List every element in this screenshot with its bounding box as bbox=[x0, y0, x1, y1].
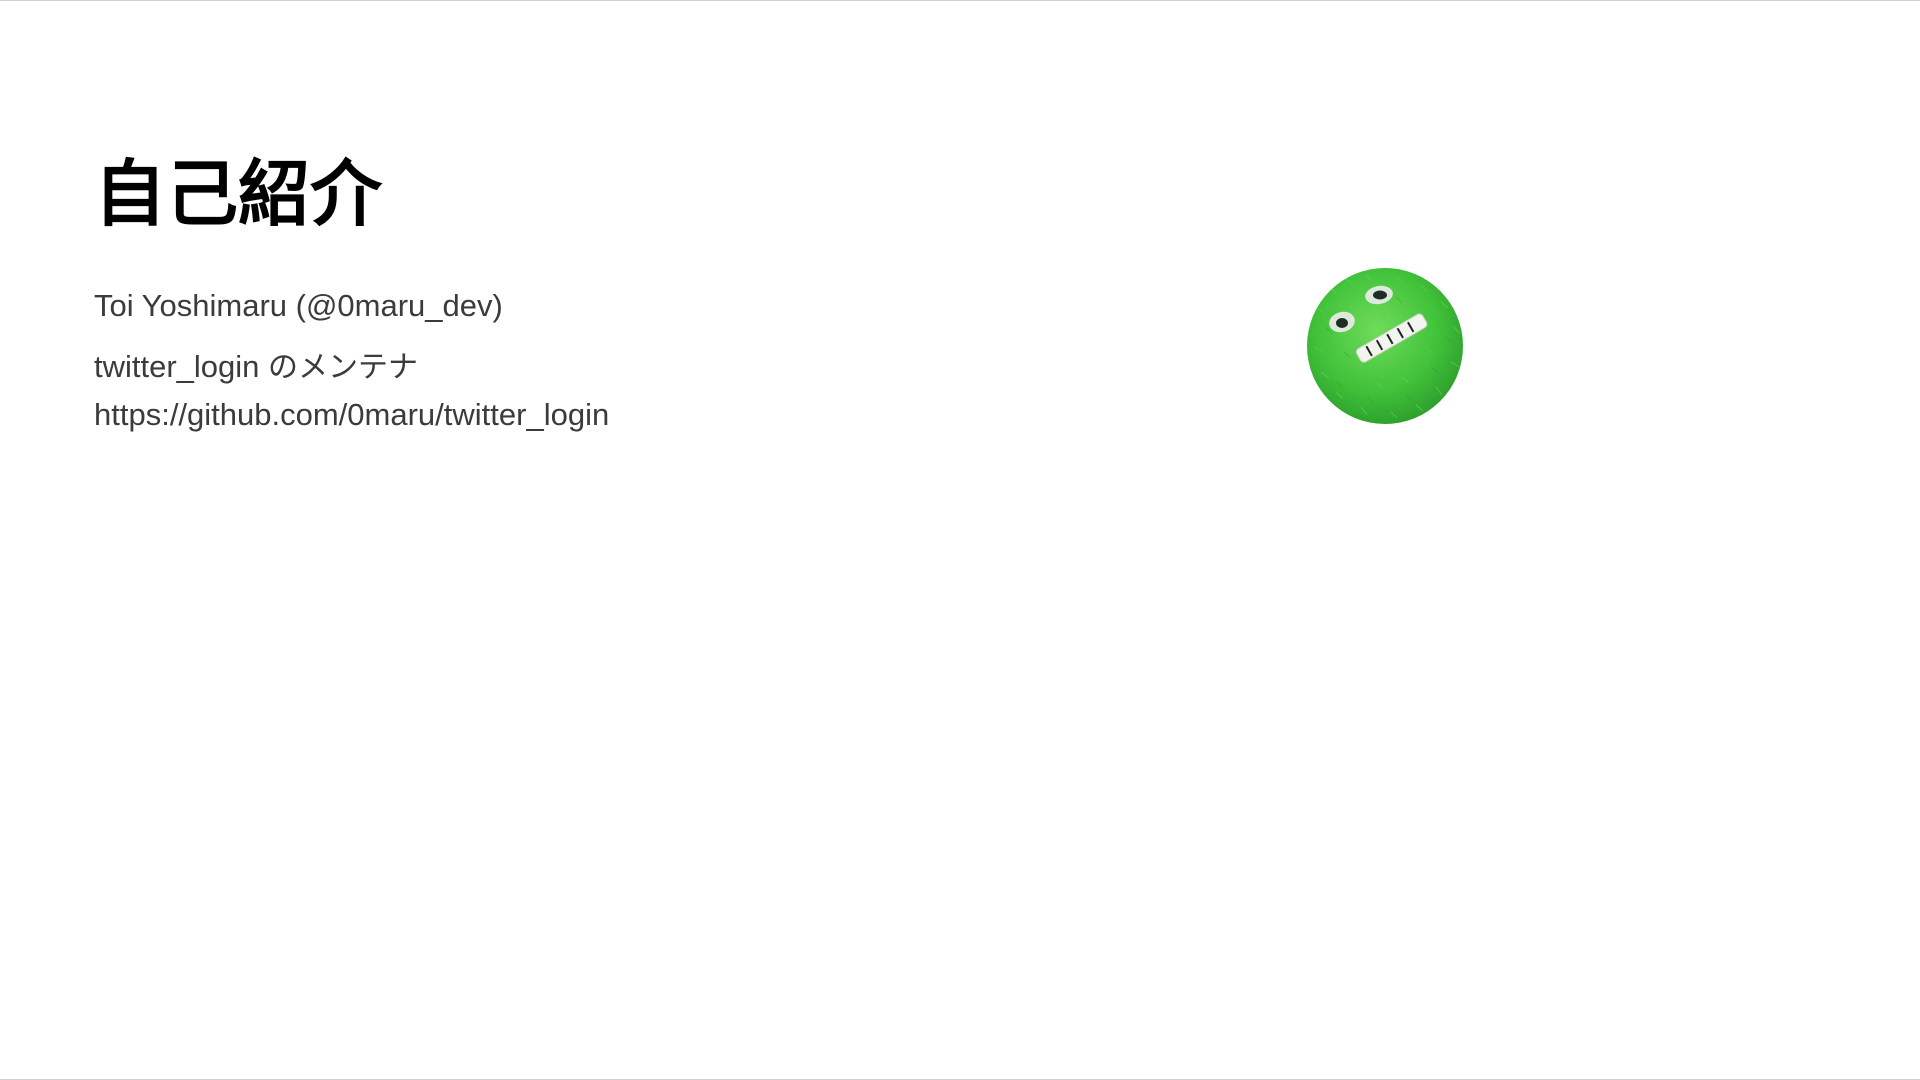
green-fuzzy-monster-avatar-icon bbox=[1307, 268, 1463, 424]
author-name: Toi Yoshimaru (@0maru_dev) bbox=[94, 288, 503, 323]
slide: 自己紹介 Toi Yoshimaru (@0maru_dev) twitter_… bbox=[0, 0, 1920, 1080]
maintainer-suffix: のメンテナ bbox=[268, 350, 419, 385]
slide-title: 自己紹介 bbox=[94, 152, 383, 236]
maintainer-line: twitter_login のメンテナ bbox=[94, 347, 418, 388]
repo-url: https://github.com/0maru/twitter_login bbox=[94, 397, 610, 432]
project-name: twitter_login bbox=[94, 349, 260, 384]
